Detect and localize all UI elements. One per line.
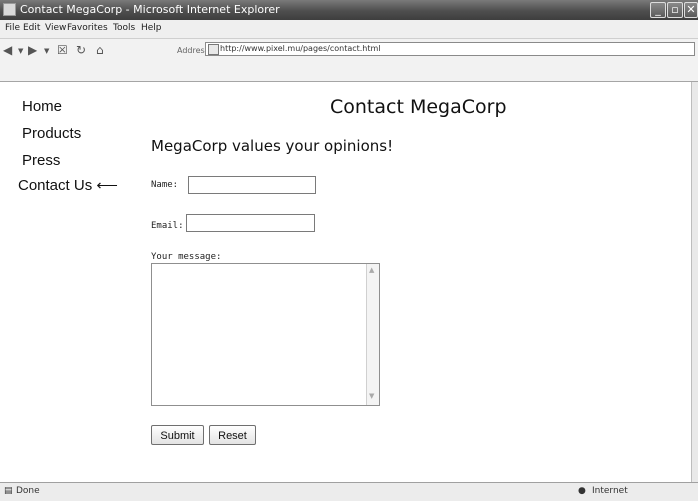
page-title: Contact MegaCorp <box>330 96 507 118</box>
name-label: Name: <box>151 180 179 190</box>
window-title: Contact MegaCorp - Microsoft Internet Ex… <box>20 3 280 16</box>
address-field[interactable]: http://www.pixel.mu/pages/contact.html <box>205 42 695 56</box>
forward-icon[interactable]: ▶ <box>28 43 37 57</box>
security-zone: Internet <box>592 486 628 496</box>
internet-zone-icon: ● <box>578 486 586 496</box>
email-label: Email: <box>151 221 184 231</box>
reset-button[interactable]: Reset <box>209 425 256 445</box>
textarea-scrollbar[interactable]: ▲ ▼ <box>366 264 379 405</box>
menu-favorites[interactable]: Favorites <box>67 23 108 33</box>
home-icon[interactable]: ⌂ <box>96 43 104 57</box>
message-textarea[interactable]: ▲ ▼ <box>151 263 380 406</box>
status-text: Done <box>16 486 40 496</box>
menu-view[interactable]: View <box>45 23 66 33</box>
back-icon[interactable]: ◀ <box>3 43 12 57</box>
scroll-up-icon[interactable]: ▲ <box>369 266 374 274</box>
close-button[interactable]: ✕ <box>684 2 698 18</box>
menu-help[interactable]: Help <box>141 23 162 33</box>
page-icon <box>208 44 219 55</box>
menu-file[interactable]: File <box>5 23 20 33</box>
page-subheading: MegaCorp values your opinions! <box>151 137 394 155</box>
name-input[interactable] <box>188 176 316 194</box>
status-bar: ▤ Done ● Internet <box>0 482 698 501</box>
browser-toolbar: ◀ ▼ ▶ ▼ ☒ ↻ ⌂ Address http://www.pixel.m… <box>0 39 698 82</box>
message-label: Your message: <box>151 252 222 262</box>
submit-button[interactable]: Submit <box>151 425 204 445</box>
page-scrollbar[interactable] <box>691 82 698 482</box>
back-dropdown-icon[interactable]: ▼ <box>18 47 23 55</box>
forward-dropdown-icon[interactable]: ▼ <box>44 47 49 55</box>
nav-press-link[interactable]: Press <box>22 152 60 169</box>
menu-tools[interactable]: Tools <box>113 23 135 33</box>
ie-window-icon <box>3 3 16 16</box>
menu-bar: File Edit View Favorites Tools Help <box>0 20 698 39</box>
window-title-bar: Contact MegaCorp - Microsoft Internet Ex… <box>0 0 698 20</box>
status-page-icon: ▤ <box>4 486 13 496</box>
nav-products-link[interactable]: Products <box>22 125 81 142</box>
refresh-icon[interactable]: ↻ <box>76 43 86 57</box>
nav-home-link[interactable]: Home <box>22 98 62 115</box>
email-input[interactable] <box>186 214 315 232</box>
nav-contact-link[interactable]: Contact Us ⟵ <box>18 176 118 194</box>
stop-icon[interactable]: ☒ <box>57 43 68 57</box>
address-url: http://www.pixel.mu/pages/contact.html <box>220 44 381 53</box>
scroll-down-icon[interactable]: ▼ <box>369 392 374 400</box>
restore-button[interactable]: ▫ <box>667 2 683 18</box>
minimize-button[interactable]: _ <box>650 2 666 18</box>
menu-edit[interactable]: Edit <box>23 23 40 33</box>
